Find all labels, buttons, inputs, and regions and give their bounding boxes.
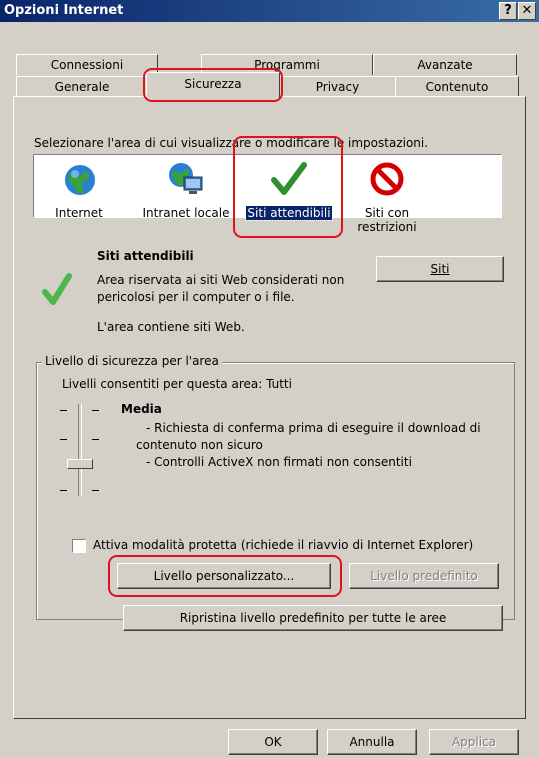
zone-internet[interactable]: Internet — [44, 155, 114, 220]
zone-intranet[interactable]: Intranet locale — [138, 155, 234, 220]
globe-icon — [65, 165, 95, 195]
allowed-levels: Livelli consentiti per questa area: Tutt… — [62, 377, 292, 391]
zone-internet-label: Internet — [55, 206, 103, 220]
level-name: Media — [121, 402, 162, 416]
trusted-zone-checkmark-icon — [42, 273, 72, 305]
close-button[interactable]: ✕ — [518, 2, 536, 20]
zone-restricted[interactable]: Siti con restrizioni — [349, 155, 425, 234]
zone-intranet-label: Intranet locale — [142, 206, 230, 220]
apply-button[interactable]: Applica — [429, 729, 519, 755]
highlight-custom-level — [108, 555, 342, 597]
protected-mode-checkbox[interactable] — [72, 539, 86, 553]
zone-instruction: Selezionare l'area di cui visualizzare o… — [34, 136, 429, 150]
help-button[interactable]: ? — [499, 2, 517, 20]
ok-button[interactable]: OK — [228, 729, 318, 755]
slider-thumb[interactable] — [67, 459, 93, 469]
security-level-legend: Livello di sicurezza per l'area — [42, 354, 222, 368]
level-bullet-1b: contenuto non sicuro — [136, 438, 263, 452]
level-bullet-1: - Richiesta di conferma prima di eseguir… — [146, 421, 481, 435]
slider-track — [78, 404, 82, 496]
sites-button[interactable]: Siti — [376, 256, 504, 282]
tab-avanzate[interactable]: Avanzate — [373, 54, 517, 75]
zone-info-desc-1: Area riservata ai siti Web considerati n… — [97, 273, 345, 287]
highlight-trusted-zone — [233, 136, 343, 238]
protected-mode-label[interactable]: Attiva modalità protetta (richiede il ri… — [93, 538, 473, 552]
zone-info-contains: L'area contiene siti Web. — [97, 320, 245, 334]
security-slider[interactable] — [56, 402, 106, 498]
intranet-icon — [169, 163, 203, 194]
tab-connessioni[interactable]: Connessioni — [16, 54, 158, 75]
reset-all-zones-button[interactable]: Ripristina livello predefinito per tutte… — [123, 605, 503, 631]
sites-button-label: Siti — [430, 262, 450, 276]
highlight-security-tab — [143, 68, 283, 102]
default-level-button[interactable]: Livello predefinito — [349, 563, 499, 589]
zone-info-title: Siti attendibili — [97, 249, 194, 263]
zone-restricted-label: Siti con restrizioni — [357, 206, 417, 234]
tab-contenuto[interactable]: Contenuto — [395, 76, 519, 97]
level-bullet-2: - Controlli ActiveX non firmati non cons… — [146, 455, 412, 469]
title-bar[interactable]: Opzioni Internet ? ✕ — [0, 0, 539, 22]
internet-options-dialog: Opzioni Internet ? ✕ Connessioni Program… — [0, 0, 539, 758]
cancel-button[interactable]: Annulla — [327, 729, 417, 755]
window-title: Opzioni Internet — [4, 3, 124, 18]
zone-info-desc-2: pericolosi per il computer o i file. — [97, 290, 295, 304]
tab-privacy[interactable]: Privacy — [278, 76, 397, 97]
restricted-icon — [370, 162, 404, 196]
tab-generale[interactable]: Generale — [16, 76, 148, 97]
